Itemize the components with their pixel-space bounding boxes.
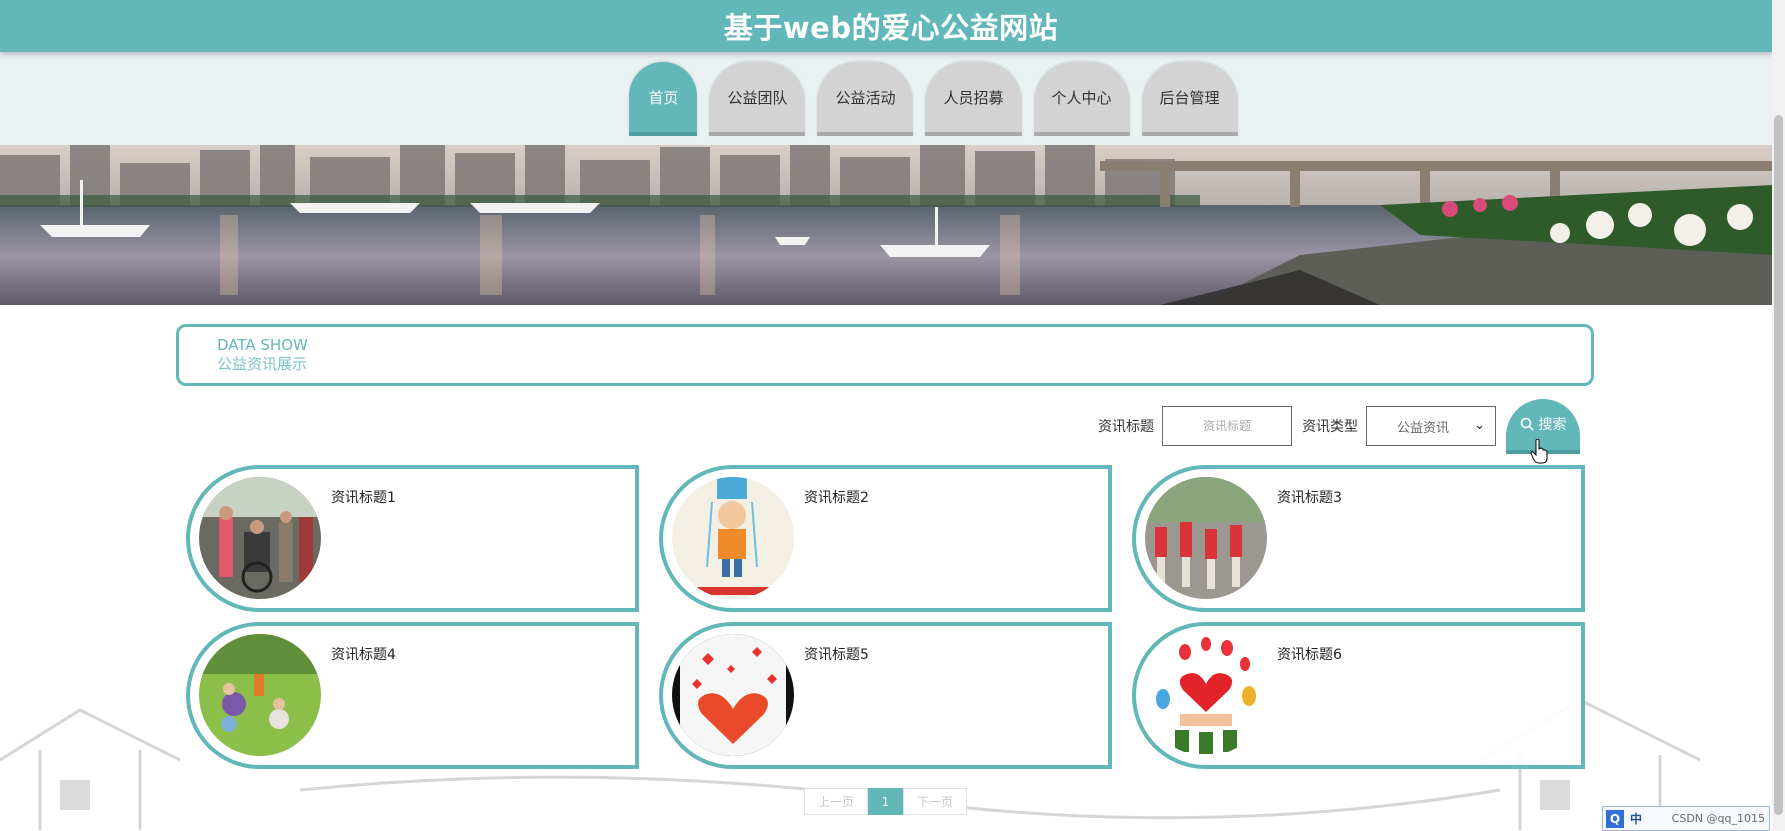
news-card-thumbnail: [199, 477, 321, 599]
news-card-title: 资讯标题2: [804, 490, 869, 506]
news-card-thumbnail: [672, 477, 794, 599]
news-card[interactable]: 资讯标题1: [186, 465, 639, 612]
news-card-title: 资讯标题3: [1277, 490, 1342, 506]
news-card-thumbnail: [1145, 634, 1267, 756]
hand-cursor-icon: [1530, 439, 1548, 464]
news-card-thumbnail: [1145, 477, 1267, 599]
news-card[interactable]: 资讯标题2: [659, 465, 1112, 612]
news-card-title: 资讯标题6: [1277, 647, 1342, 663]
banner-image: [0, 145, 1772, 305]
header-bar: 基于web的爱心公益网站: [0, 0, 1772, 52]
pagination-next-button[interactable]: 下一页: [903, 788, 967, 815]
harbor-scene-illustration: [0, 145, 1772, 305]
search-title-label: 资讯标题: [1098, 419, 1154, 435]
search-button-label: 搜索: [1538, 417, 1567, 433]
watermark-text: CSDN @qq_1015: [1671, 812, 1765, 825]
search-type-select[interactable]: 公益资讯 ⌄: [1366, 406, 1496, 446]
news-card[interactable]: 资讯标题6: [1132, 622, 1585, 769]
news-card-title: 资讯标题4: [331, 647, 396, 663]
news-card-title: 资讯标题5: [804, 647, 869, 663]
search-form: 资讯标题 资讯标题 资讯类型 公益资讯 ⌄ 搜索: [1098, 398, 1580, 454]
chevron-down-icon: ⌄: [1474, 418, 1485, 433]
section-title-cn: 公益资讯展示: [217, 355, 308, 373]
search-title-input[interactable]: 资讯标题: [1162, 406, 1292, 446]
site-title: 基于web的爱心公益网站: [723, 11, 1059, 45]
news-card-title: 资讯标题1: [331, 490, 396, 506]
nav-item-home[interactable]: 首页: [629, 62, 698, 136]
scrollbar-thumb[interactable]: [1774, 115, 1783, 815]
pagination-prev-button[interactable]: 上一页: [804, 788, 868, 815]
nav-item-activities[interactable]: 公益活动: [817, 62, 914, 136]
pagination-page-1[interactable]: 1: [868, 788, 903, 815]
nav-item-teams[interactable]: 公益团队: [709, 62, 806, 136]
section-header: DATA SHOW 公益资讯展示: [176, 324, 1594, 386]
pagination: 上一页 1 下一页: [804, 788, 967, 815]
search-type-label: 资讯类型: [1302, 419, 1358, 435]
main-nav: 首页 公益团队 公益活动 人员招募 个人中心 后台管理: [0, 62, 1772, 136]
section-title-en: DATA SHOW: [217, 336, 308, 354]
search-type-value: 公益资讯: [1397, 420, 1450, 436]
ime-toolbar: Q 中 CSDN @qq_1015: [1602, 806, 1770, 831]
ime-language-toggle[interactable]: 中: [1630, 810, 1642, 827]
news-card[interactable]: 资讯标题4: [186, 622, 639, 769]
nav-item-personal-center[interactable]: 个人中心: [1033, 62, 1130, 136]
nav-item-recruitment[interactable]: 人员招募: [925, 62, 1022, 136]
search-icon: [1520, 417, 1534, 431]
ime-logo-icon[interactable]: Q: [1606, 809, 1624, 828]
news-card-thumbnail: [199, 634, 321, 756]
news-card[interactable]: 资讯标题5: [659, 622, 1112, 769]
page-scrollbar[interactable]: [1772, 0, 1785, 831]
nav-item-admin[interactable]: 后台管理: [1141, 62, 1238, 136]
news-card[interactable]: 资讯标题3: [1132, 465, 1585, 612]
news-card-thumbnail: [672, 634, 794, 756]
